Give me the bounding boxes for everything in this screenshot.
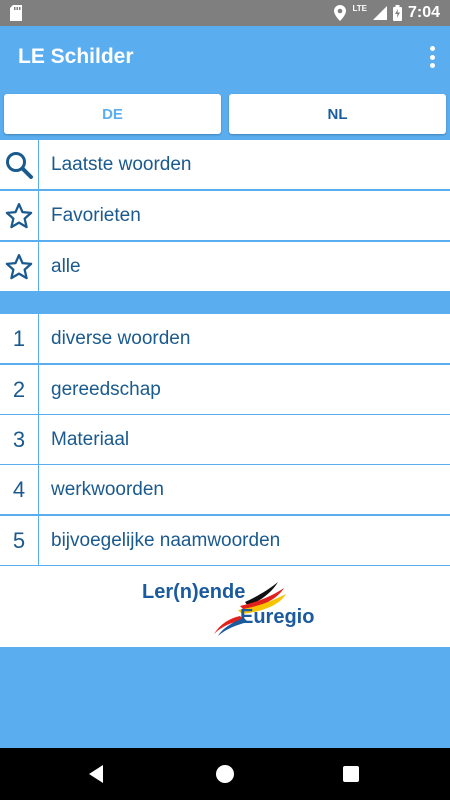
menu-item-label: alle (51, 256, 81, 277)
category-number: 2 (12, 376, 26, 402)
app-title: LE Schilder (18, 45, 134, 68)
menu-item-recent-words[interactable]: Laatste woorden (0, 140, 450, 189)
category-item-4[interactable]: 4 werkwoorden (0, 465, 450, 514)
category-item-5[interactable]: 5 bijvoegelijke naamwoorden (0, 516, 450, 565)
logo-text-line1: Ler(n)ende (142, 581, 246, 603)
more-vert-icon[interactable] (428, 46, 436, 68)
category-label: diverse woorden (51, 328, 191, 349)
menu-item-label: Favorieten (51, 205, 141, 226)
menu-item-label: Laatste woorden (51, 154, 192, 175)
status-bar: LTE 7:04 (0, 0, 450, 26)
app-bar: LE Schilder (0, 26, 450, 88)
category-number: 3 (12, 426, 26, 452)
category-label: werkwoorden (51, 479, 164, 500)
category-number: 5 (12, 527, 26, 553)
location-icon (334, 5, 347, 21)
recent-apps-icon[interactable] (343, 766, 359, 782)
category-label: bijvoegelijke naamwoorden (51, 530, 281, 551)
system-nav-bar (0, 748, 450, 800)
category-number: 4 (12, 476, 26, 502)
category-label: Materiaal (51, 429, 130, 450)
logo-panel: Ler(n)ende Euregio (0, 566, 450, 647)
menu-item-all[interactable]: alle (0, 242, 450, 291)
menu-item-favorites[interactable]: Favorieten (0, 191, 450, 240)
star-outline-icon (5, 253, 33, 279)
back-icon[interactable] (89, 765, 103, 783)
search-icon (6, 151, 33, 179)
lte-label: LTE (352, 3, 367, 13)
signal-icon (372, 6, 387, 20)
clock: 7:04 (407, 4, 440, 21)
category-label: gereedschap (51, 379, 161, 400)
star-outline-icon (5, 202, 33, 228)
logo-text-line2: Euregio (240, 606, 315, 628)
tab-nl[interactable]: NL (229, 94, 446, 134)
battery-icon (392, 5, 402, 21)
category-item-1[interactable]: 1 diverse woorden (0, 314, 450, 363)
sd-card-icon (10, 5, 22, 21)
home-icon[interactable] (216, 765, 234, 783)
tab-de[interactable]: DE (4, 94, 221, 134)
category-item-2[interactable]: 2 gereedschap (0, 365, 450, 414)
category-item-3[interactable]: 3 Materiaal (0, 415, 450, 464)
category-number: 1 (12, 325, 26, 351)
